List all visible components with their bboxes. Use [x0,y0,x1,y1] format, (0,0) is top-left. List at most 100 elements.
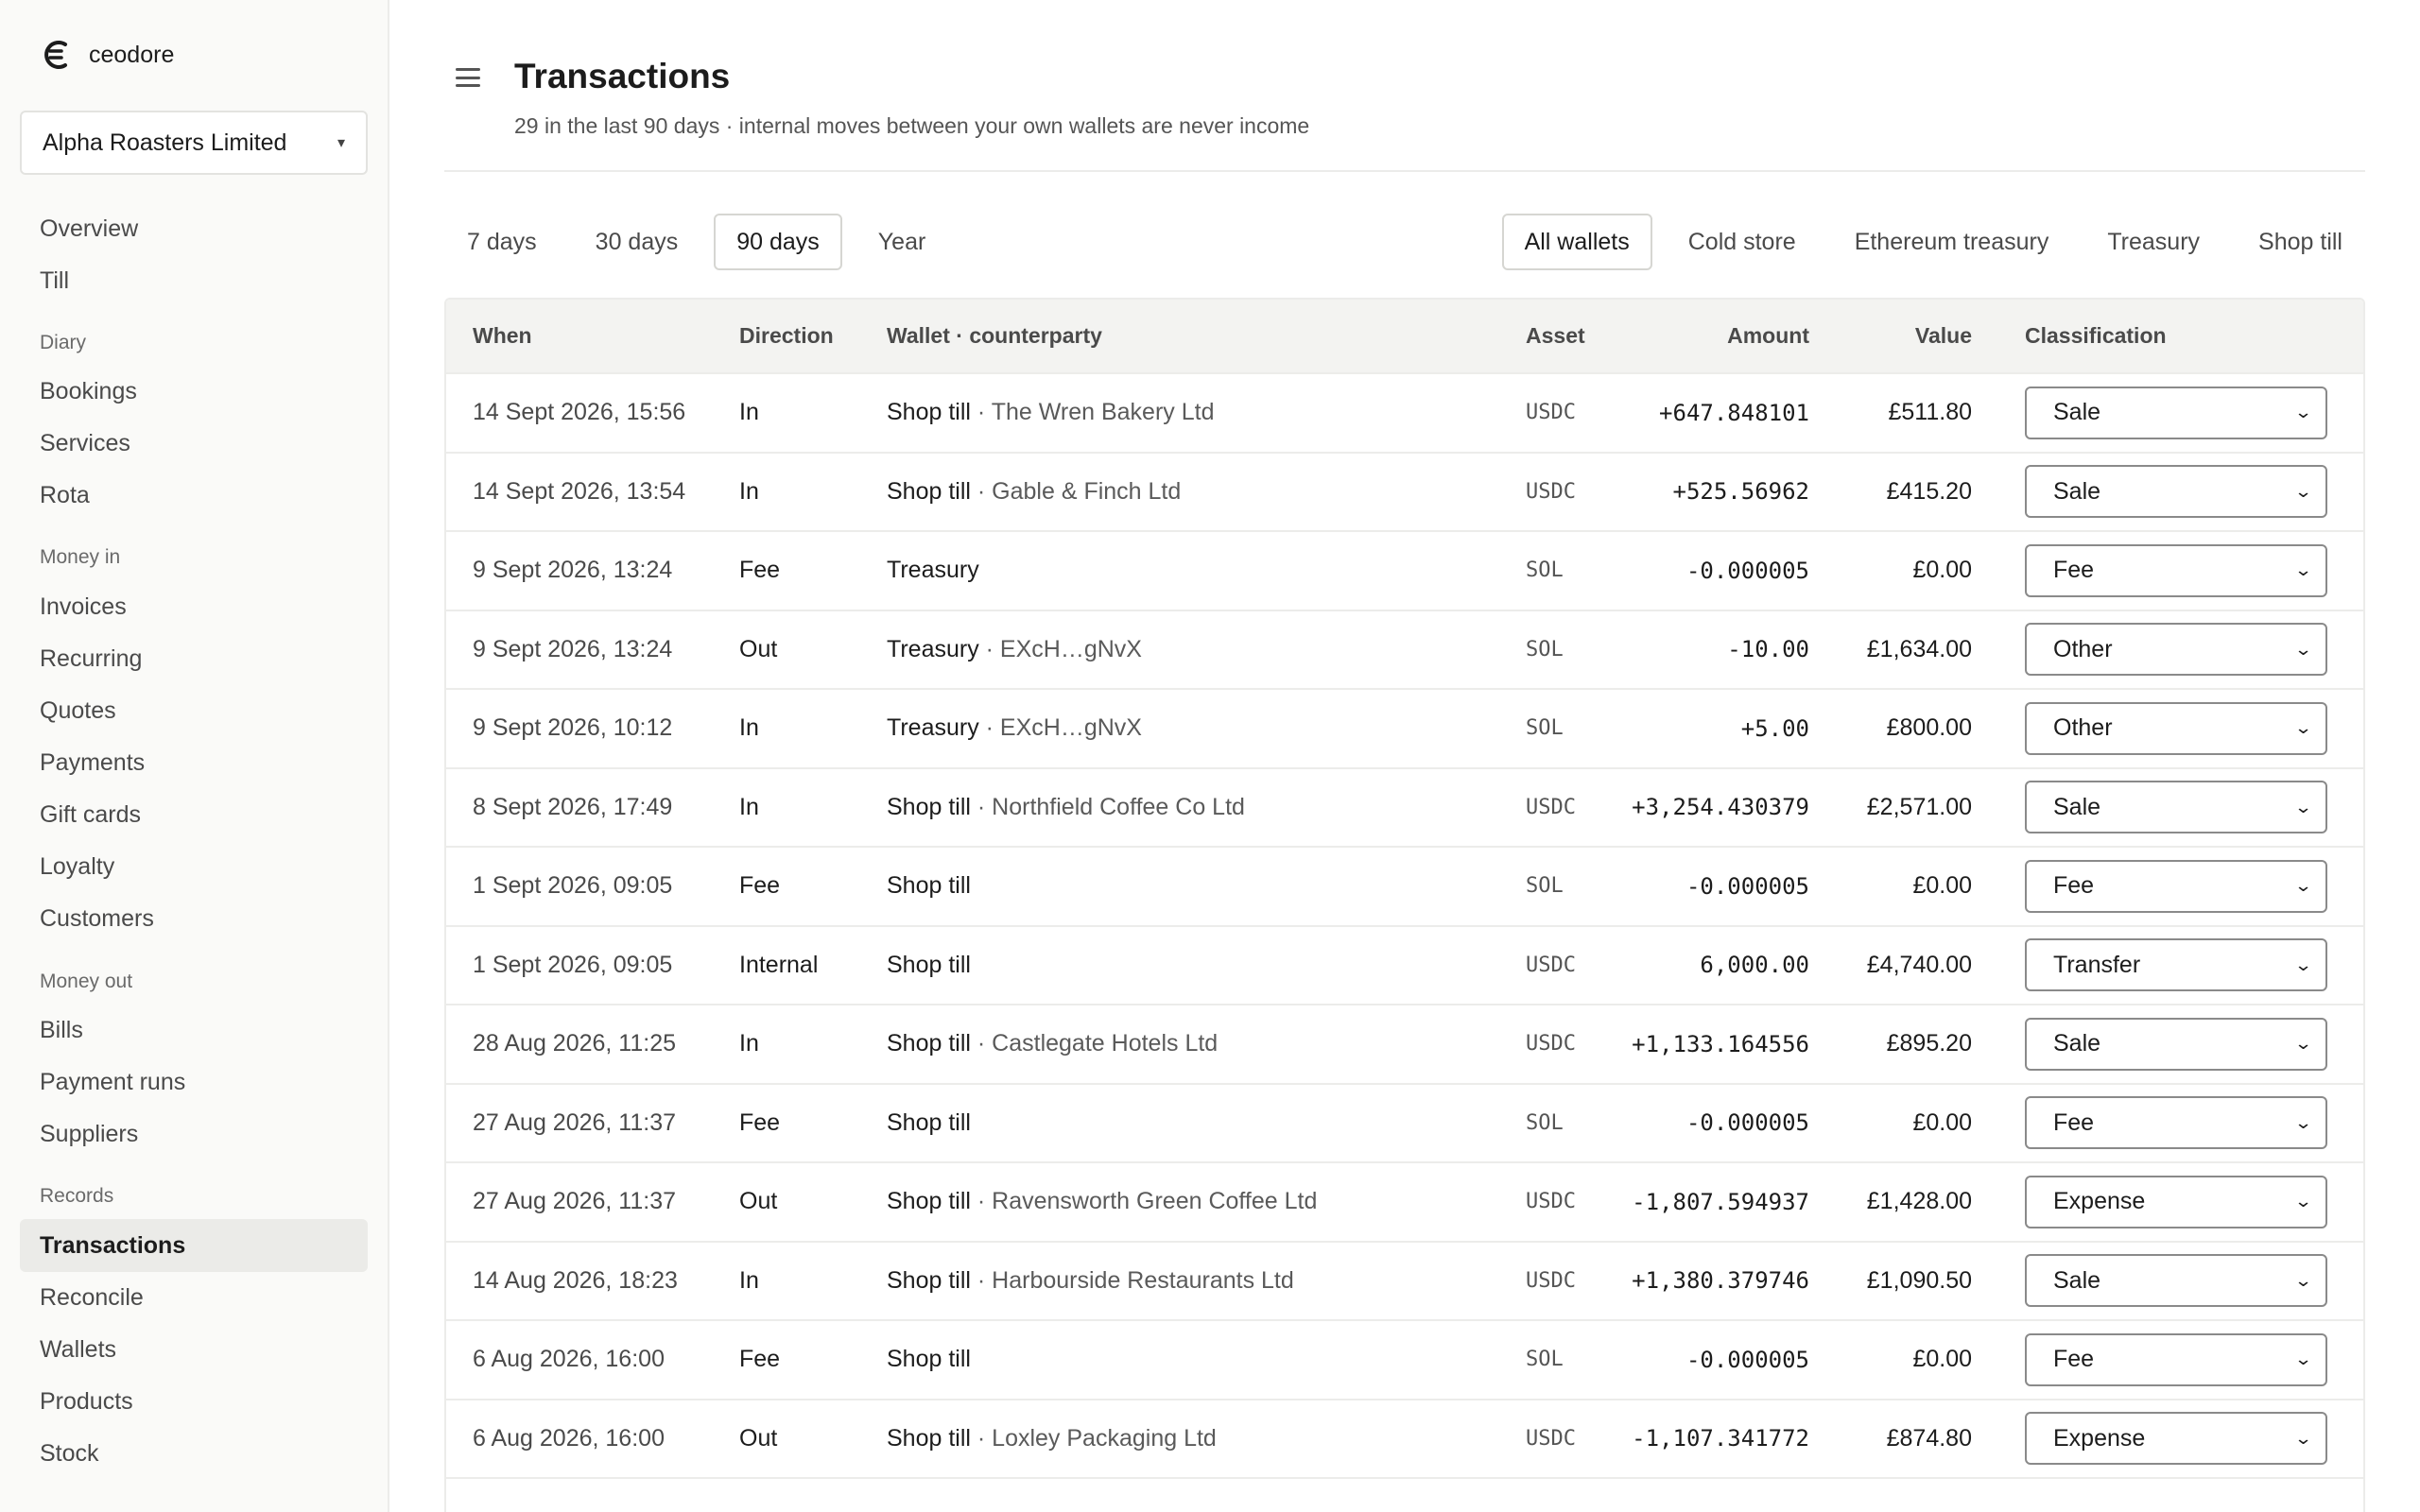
nav-item-services[interactable]: Services [20,417,368,470]
nav-item-products[interactable]: Products [20,1375,368,1428]
cell-counterparty: · EXcH…gNvX [978,635,1142,662]
column-header-value[interactable]: Value [1809,300,1972,374]
table-row[interactable]: 14 Aug 2026, 18:23 In Shop till · Harbours… [446,1242,2363,1320]
cell-value: £800.00 [1886,714,1972,742]
column-header-direction[interactable]: Direction [713,300,860,374]
cell-direction: In [739,714,759,742]
brand[interactable]: ceodore [40,36,174,74]
cell-wallet: Shop till [887,872,971,900]
nav-item-overview[interactable]: Overview [20,202,368,255]
classification-select[interactable]: Transfer ⌄ [2025,938,2327,992]
nav-item-rota[interactable]: Rota [20,469,368,522]
cell-value: £511.80 [1888,399,1972,426]
nav-item-loyalty[interactable]: Loyalty [20,840,368,893]
classification-value: Fee [2053,1108,2095,1136]
classification-select[interactable]: Fee ⌄ [2025,543,2327,597]
cell-direction: In [739,1030,759,1057]
nav-item-wallets[interactable]: Wallets [20,1323,368,1376]
nav-item-transactions[interactable]: Transactions [20,1219,368,1272]
classification-select[interactable]: Expense ⌄ [2025,1175,2327,1228]
cell-wallet: Shop till [887,793,971,820]
cell-value: £0.00 [1912,872,1972,900]
cell-classification: Expense ⌄ [1972,1400,2363,1479]
classification-value: Other [2053,635,2113,662]
classification-select[interactable]: Sale ⌄ [2025,1017,2327,1071]
table-row[interactable]: 14 Sept 2026, 15:56 In Shop till · The Wre… [446,373,2363,453]
classification-select[interactable]: Fee ⌄ [2025,859,2327,913]
table-row[interactable]: 1 Sept 2026, 09:05 Fee Shop till SOL -0.0000… [446,847,2363,926]
nav-item-gift-cards[interactable]: Gift cards [20,788,368,841]
classification-select[interactable]: Other ⌄ [2025,623,2327,677]
ceodore-logo-icon [40,38,74,72]
column-header-when[interactable]: When [446,300,713,374]
tab-wallet-ethereum-treasury[interactable]: Ethereum treasury [1832,214,2072,270]
nav-item-quotes[interactable]: Quotes [20,684,368,737]
cell-amount: -1,107.341772 [1632,1425,1809,1452]
table-row[interactable]: 14 Sept 2026, 13:54 In Shop till · Gable &… [446,453,2363,532]
nav-item-till[interactable]: Till [20,254,368,307]
cell-asset: SOL [1526,1348,1564,1372]
organisation-switcher[interactable]: Alpha Roasters Limited ▾ [20,111,368,175]
nav-item-bills[interactable]: Bills [20,1004,368,1057]
cell-direction: In [739,399,759,426]
cell-amount: -10.00 [1727,636,1809,663]
nav-item-recurring[interactable]: Recurring [20,632,368,685]
period-filter: 7 days 30 days 90 days Year [444,214,961,270]
column-header-amount[interactable]: Amount [1605,300,1809,374]
nav-item-customers[interactable]: Customers [20,892,368,945]
cell-asset: USDC [1526,401,1576,425]
tab-period-7-days[interactable]: 7 days [444,214,560,270]
column-header-classification[interactable]: Classification [1972,300,2363,374]
column-header-asset[interactable]: Asset [1499,300,1605,374]
nav-item-reconcile[interactable]: Reconcile [20,1271,368,1324]
classification-select[interactable]: Fee ⌄ [2025,1332,2327,1386]
classification-select[interactable]: Sale ⌄ [2025,386,2327,439]
cell-direction: Out [739,1188,778,1215]
page-title: Transactions [514,57,731,95]
nav-item-bookings[interactable]: Bookings [20,365,368,418]
nav-item-suppliers[interactable]: Suppliers [20,1108,368,1160]
transactions-table: When Direction Wallet · counterparty Ass… [444,298,2365,1512]
cell-wallet: Shop till [887,1030,971,1057]
table-row[interactable]: 9 Sept 2026, 13:24 Fee Treasury SOL -0.00000… [446,531,2363,610]
cell-when: 27 Aug 2026, 11:37 [473,1108,677,1136]
table-row[interactable]: 6 Aug 2026, 16:00 Out Shop till · Loxley P… [446,1400,2363,1479]
nav-item-stock[interactable]: Stock [20,1427,368,1480]
chevron-down-icon: ⌄ [2293,876,2313,896]
classification-select[interactable]: Sale ⌄ [2025,781,2327,834]
table-row[interactable]: 27 Aug 2026, 11:37 Out Shop till · Ravensw… [446,1162,2363,1242]
table-row[interactable]: 27 Aug 2026, 11:37 Fee Shop till SOL -0.0000… [446,1084,2363,1162]
nav-item-payment-runs[interactable]: Payment runs [20,1056,368,1108]
nav-item-invoices[interactable]: Invoices [20,580,368,633]
table-row[interactable]: 28 Aug 2026, 11:25 In Shop till · Castlega… [446,1005,2363,1084]
tab-wallet-cold-store[interactable]: Cold store [1666,214,1819,270]
column-header-wallet[interactable]: Wallet · counterparty [860,300,1499,374]
cell-counterparty: · The Wren Bakery Ltd [970,399,1215,426]
classification-select[interactable]: Expense ⌄ [2025,1412,2327,1466]
classification-select[interactable]: Sale ⌄ [2025,1254,2327,1308]
tab-wallet-shop-till[interactable]: Shop till [2236,214,2365,270]
cell-value: £415.20 [1886,477,1972,505]
classification-select[interactable]: Fee ⌄ [2025,1096,2327,1150]
classification-select[interactable]: Other ⌄ [2025,701,2327,755]
tab-period-year[interactable]: Year [856,214,949,270]
table-row[interactable]: 9 Sept 2026, 10:12 In Treasury · EXcH…gNvX… [446,689,2363,768]
tab-wallet-all-wallets[interactable]: All wallets [1501,214,1652,270]
classification-select[interactable]: Sale ⌄ [2025,465,2327,519]
tab-period-90-days[interactable]: 90 days [714,214,842,270]
cell-direction: Out [739,635,778,662]
tab-wallet-treasury[interactable]: Treasury [2084,214,2222,270]
nav-item-payments[interactable]: Payments [20,736,368,789]
cell-wallet-counterparty: Shop till · Gable & Finch Ltd [860,453,1499,532]
table-row[interactable]: 6 Aug 2026, 16:00 Fee Shop till SOL -0.00000… [446,1320,2363,1400]
cell-counterparty: · Loxley Packaging Ltd [970,1424,1217,1452]
cell-direction: Internal [739,951,819,978]
cell-wallet: Treasury [887,635,979,662]
table-row[interactable]: 8 Sept 2026, 17:49 In Shop till · Northfie… [446,768,2363,847]
table-row[interactable]: 9 Sept 2026, 13:24 Out Treasury · EXcH…gNv… [446,610,2363,689]
classification-value: Expense [2053,1188,2146,1215]
cell-classification: Sale ⌄ [1972,373,2363,453]
table-row[interactable]: 1 Sept 2026, 09:05 Internal Shop till USDC 6… [446,926,2363,1005]
menu-icon[interactable] [456,68,480,87]
tab-period-30-days[interactable]: 30 days [573,214,701,270]
